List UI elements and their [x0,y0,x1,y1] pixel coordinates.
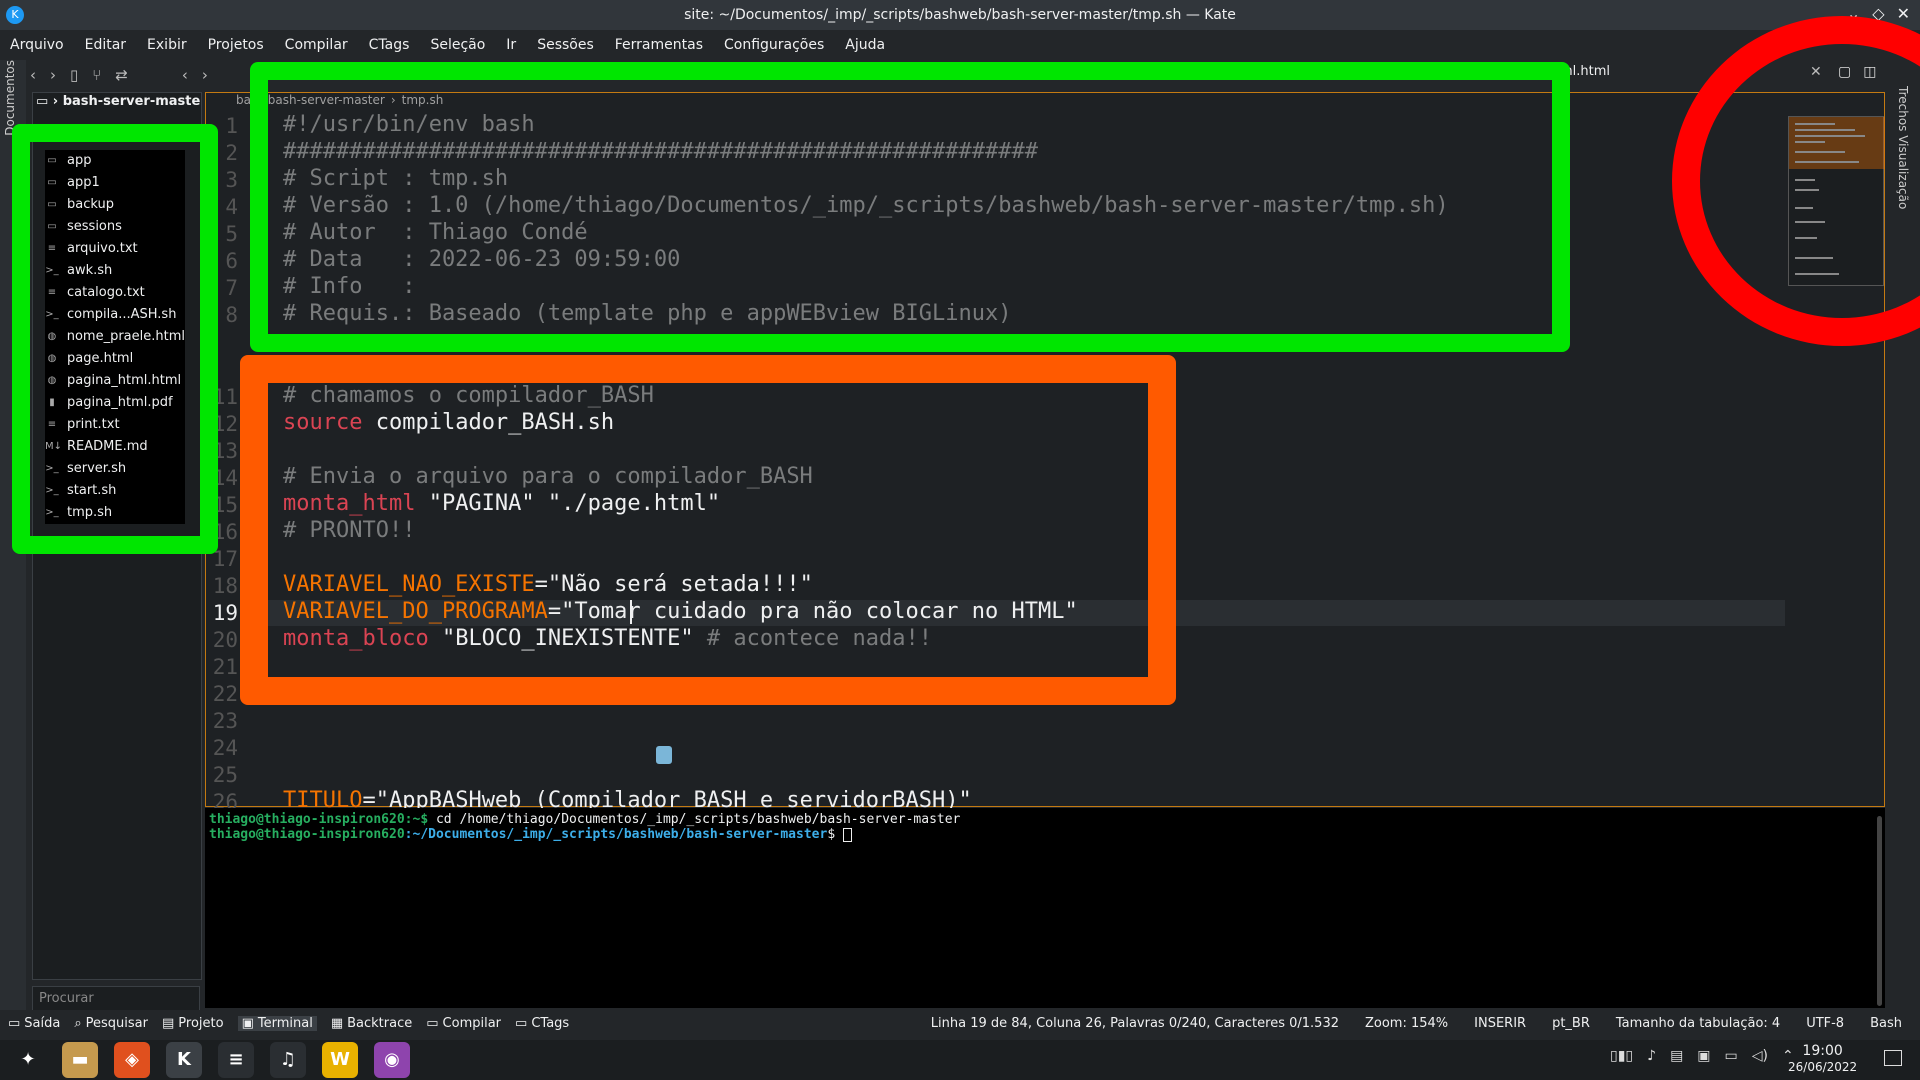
git-icon[interactable]: ⑂ [92,66,101,84]
backtrace-icon: ▦ [330,1016,344,1031]
volume-icon[interactable]: ◁) [1752,1048,1768,1064]
bottom-tool-tabs: ▭ Saída ⌕ Pesquisar ▤ Projeto ▣ Terminal ▦ Ba… [8,1016,569,1031]
window-title: site: ~/Documentos/_imp/_scripts/bashweb… [684,7,1236,23]
kate-editor-icon[interactable]: K [166,1042,202,1078]
file-manager-icon[interactable]: ▬ [62,1042,98,1078]
terminal-line-2: thiago@thiago-inspiron620:~/Documentos/_… [209,827,1881,842]
line-number: 18 [212,574,238,598]
annotation-green-box-header [250,62,1570,352]
variable-name: TITULO [283,788,363,808]
menu-ajuda[interactable]: Ajuda [845,37,885,53]
project-name: bash-server-maste [62,94,201,109]
cursor-position[interactable]: Linha 19 de 84, Coluna 26, Palavras 0/24… [931,1016,1339,1031]
sync-icon[interactable]: ⇄ [115,66,128,84]
terminal-cursor [842,827,852,842]
next-tab-icon[interactable]: › [202,66,208,84]
prev-tab-icon[interactable]: ‹ [182,66,188,84]
tab-backtrace[interactable]: ▦ Backtrace [331,1016,412,1031]
input-mode[interactable]: INSERIR [1474,1016,1526,1031]
line-number: 24 [212,736,238,760]
tags-icon: ▭ [515,1016,528,1031]
line-number: 25 [212,763,238,787]
annotation-orange-box [240,355,1176,705]
status-info: Linha 19 de 84, Coluna 26, Palavras 0/24… [931,1016,1902,1031]
close-window-button[interactable]: ✕ [1897,4,1910,23]
project-icon: ▤ [161,1016,175,1031]
menu-editar[interactable]: Editar [85,37,126,53]
audio-mixer-icon[interactable]: ♫ [270,1042,306,1078]
tab-projeto[interactable]: ▤ Projeto [162,1016,224,1031]
terminal-app-icon[interactable]: ≡ [218,1042,254,1078]
clock[interactable]: 19:00 26/06/2022 [1788,1043,1857,1075]
line-number: 20 [212,628,238,652]
syntax-mode[interactable]: Bash [1870,1016,1902,1031]
notifications-icon[interactable]: ♪ [1647,1048,1656,1064]
file-encoding[interactable]: UTF-8 [1806,1016,1844,1031]
taskbar-apps: ✦ ▬ ◈ K ≡ ♫ W ◉ [10,1042,410,1078]
title-bar: site: ~/Documentos/_imp/_scripts/bashweb… [0,0,1920,30]
line-number: 19 [212,601,238,625]
back-icon[interactable]: ‹ [30,66,36,84]
clipboard-icon[interactable]: ▤ [1670,1048,1683,1064]
terminal-scrollbar[interactable] [1877,816,1882,1006]
wps-office-icon[interactable]: W [322,1042,358,1078]
menu-arquivo[interactable]: Arquivo [10,37,64,53]
kate-logo-icon: K [6,6,24,24]
dictionary-language[interactable]: pt_BR [1552,1016,1590,1031]
menu-configuracoes[interactable]: Configurações [724,37,824,53]
battery-indicator-icon[interactable]: ▯▮▯ [1610,1048,1633,1064]
storage-icon[interactable]: ▣ [1697,1048,1710,1064]
tab-pesquisar[interactable]: ⌕ Pesquisar [74,1016,148,1031]
project-header[interactable]: ▭ › bash-server-maste [36,94,200,109]
brave-browser-icon[interactable]: ◈ [114,1042,150,1078]
tab-ctags[interactable]: ▭ CTags [515,1016,569,1031]
menu-bar: Arquivo Editar Exibir Projetos Compilar … [0,32,1920,58]
bookmark-icon[interactable]: ▯ [70,66,78,84]
floating-app-icon [656,746,672,764]
menu-ctags[interactable]: CTags [369,37,410,53]
network-icon[interactable]: ▭ [1725,1048,1738,1064]
menu-sessoes[interactable]: Sessões [537,37,594,53]
code-line-26: TITULO="AppBASHweb (Compilador BASH e se… [283,788,972,808]
breadcrumb-item[interactable]: ba [236,93,251,107]
annotation-green-box-files [12,124,218,554]
build-icon: ▭ [426,1016,439,1031]
output-icon: ▭ [8,1016,21,1031]
line-number: 22 [212,682,238,706]
line-number: 21 [212,655,238,679]
menu-selecao[interactable]: Seleção [430,37,485,53]
screenshot-app-icon[interactable]: ◉ [374,1042,410,1078]
tab-size[interactable]: Tamanho da tabulação: 4 [1616,1016,1780,1031]
terminal-panel[interactable]: thiago@thiago-inspiron620:~$ cd /home/th… [205,808,1885,1008]
code-text: ="AppBASHweb (Compilador BASH e servidor… [362,788,972,808]
file-search-input[interactable]: Procurar [32,986,200,1012]
menu-compilar[interactable]: Compilar [285,37,348,53]
zoom-level[interactable]: Zoom: 154% [1365,1016,1448,1031]
tab-terminal[interactable]: ▣ Terminal [237,1016,317,1031]
folder-icon: ▭ › [36,94,59,109]
menu-ir[interactable]: Ir [506,37,516,53]
menu-projetos[interactable]: Projetos [208,37,264,53]
tab-compilar[interactable]: ▭ Compilar [426,1016,501,1031]
terminal-icon: ▣ [241,1016,254,1031]
search-icon: ⌕ [74,1016,82,1031]
forward-icon[interactable]: › [50,66,56,84]
menu-exibir[interactable]: Exibir [147,37,187,53]
system-tray: ▯▮▯ ♪ ▤ ▣ ▭ ◁) ⌃ [1610,1048,1794,1064]
line-number: 23 [212,709,238,733]
tab-saida[interactable]: ▭ Saída [8,1016,60,1031]
terminal-line-1: thiago@thiago-inspiron620:~$ cd /home/th… [209,812,961,827]
menu-ferramentas[interactable]: Ferramentas [615,37,703,53]
show-desktop-icon[interactable] [1884,1050,1902,1066]
app-launcher-icon[interactable]: ✦ [10,1042,46,1078]
